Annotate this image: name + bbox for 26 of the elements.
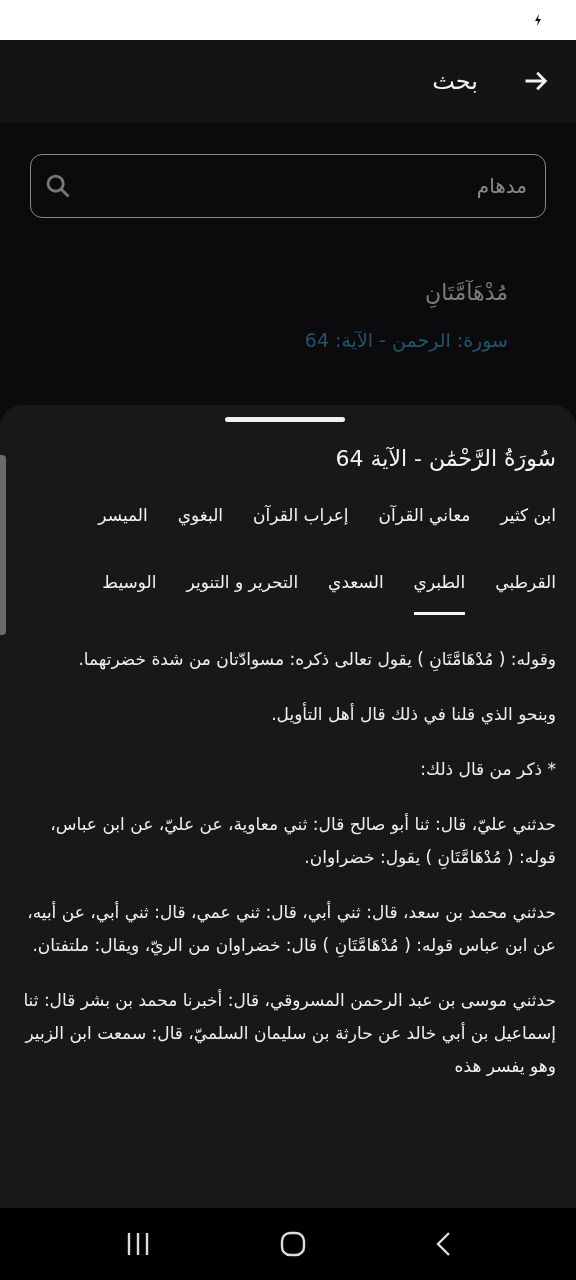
tafsir-tab[interactable]: الوسيط [102,554,157,615]
rounded-square-icon [280,1231,306,1257]
tafsir-tab[interactable]: الميسر [98,487,148,548]
tafsir-tab[interactable]: السعدي [328,554,384,615]
tafsir-tab[interactable]: البغوي [177,487,224,548]
tafsir-paragraph: حدثني محمد بن سعد، قال: ثني أبي، قال: ثني عمي، قال: ثني أبي، عن أبيه، عن ابن عباس قوله: ( مُدْهَامَّتَانِ ) قال: خضراوان من الريّ، ويقال: ملتفتان. [26,900,556,959]
tafsir-tab[interactable]: التحرير و التنوير [186,554,299,615]
sheet-title: سُورَةُ الرَّحْمَٰن - الآية 64 [334,446,556,471]
chevron-left-icon [435,1231,452,1257]
page-title: بحث [432,67,478,95]
tafsir-tab[interactable]: إعراب القرآن [253,487,349,548]
lightning-icon [534,14,542,26]
search-icon [44,172,72,200]
tafsir-paragraph: وبنحو الذي قلنا في ذلك قال أهل التأويل. [270,701,556,727]
tafsir-paragraph: حدثني عليّ، قال: ثنا أبو صالح قال: ثني معاوية، عن عليّ، عن ابن عباس، قوله: ( مُدْهَامَّتَانِ ) يقول: خضراوان. [49,812,556,871]
tafsir-tab[interactable]: معاني القرآن [378,487,471,548]
tafsir-paragraph: * ذكر من قال ذلك: [419,758,556,781]
tafsir-tab[interactable]: الطبري [413,554,466,615]
home-button[interactable] [280,1231,306,1257]
tafsir-paragraph: وقوله: ( مُدْهَامَّتَانِ ) يقول تعالى ذكره: مسوادّتان من شدة خضرتهما. [77,648,556,673]
search-field[interactable]: مدهام [30,154,546,218]
tafsir-tab[interactable]: ابن كثير [500,487,556,548]
drag-handle[interactable] [225,417,345,422]
back-nav-button[interactable] [435,1231,452,1257]
tafsir-paragraph: حدثني موسى بن عبد الرحمن المسروقي، قال: أخبرنا محمد بن بشر قال: ثنا إسماعيل بن أبي خالد عن حارثة بن سليمان السلميّ، قال: سمعت ابن الزبير وهو يفسر هذه [22,988,556,1078]
tafsir-tab[interactable]: القرطبي [495,554,556,615]
